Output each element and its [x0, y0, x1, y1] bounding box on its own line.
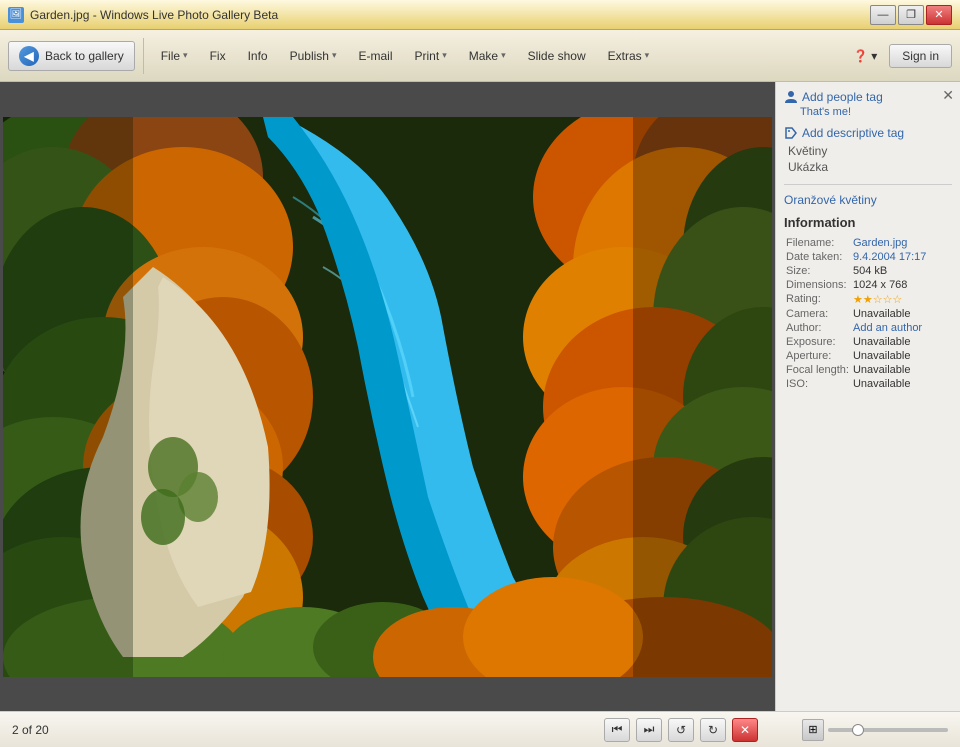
- info-button[interactable]: Info: [239, 44, 277, 68]
- publish-menu-arrow: ▾: [332, 50, 337, 61]
- table-row: Exposure: Unavailable: [784, 335, 952, 349]
- filename-value[interactable]: Garden.jpg: [851, 236, 952, 250]
- file-menu[interactable]: File ▾: [152, 44, 197, 68]
- file-menu-arrow: ▾: [183, 50, 188, 61]
- table-row: Date taken: 9.4.2004 17:17: [784, 250, 952, 264]
- first-photo-button[interactable]: ⏮: [604, 718, 630, 742]
- zoom-thumb[interactable]: [852, 724, 864, 736]
- zoom-fit-button[interactable]: ⊞: [802, 719, 824, 741]
- toolbar-separator: [143, 38, 144, 74]
- aperture-value: Unavailable: [851, 349, 952, 363]
- status-bar: 2 of 20 ⏮ ⏭ ↺ ↻ ✕ ⊞: [0, 711, 960, 747]
- title-bar: 🖼 Garden.jpg - Windows Live Photo Galler…: [0, 0, 960, 30]
- photo-area[interactable]: [0, 82, 775, 711]
- people-tag-section: Add people tag That's me! Add descriptiv…: [784, 90, 952, 174]
- size-value: 504 kB: [851, 264, 952, 278]
- help-arrow: ▾: [871, 49, 877, 63]
- table-row: Filename: Garden.jpg: [784, 236, 952, 250]
- person-icon: [784, 90, 798, 104]
- iso-value: Unavailable: [851, 377, 952, 391]
- photo-display: [3, 117, 772, 677]
- table-row: Author: Add an author: [784, 321, 952, 335]
- table-row: Aperture: Unavailable: [784, 349, 952, 363]
- table-row: ISO: Unavailable: [784, 377, 952, 391]
- author-value[interactable]: Add an author: [851, 321, 952, 335]
- info-section: Information Filename: Garden.jpg Date ta…: [784, 215, 952, 391]
- window-title: Garden.jpg - Windows Live Photo Gallery …: [30, 8, 864, 22]
- panel-close-button[interactable]: ✕: [942, 88, 954, 102]
- publish-menu[interactable]: Publish ▾: [281, 44, 346, 68]
- focal-value: Unavailable: [851, 363, 952, 377]
- info-table: Filename: Garden.jpg Date taken: 9.4.200…: [784, 236, 952, 391]
- help-button[interactable]: ❓ ▾: [845, 45, 885, 67]
- make-menu-arrow: ▾: [501, 50, 506, 61]
- minimize-button[interactable]: —: [870, 5, 896, 25]
- rotate-left-button[interactable]: ↺: [668, 718, 694, 742]
- table-row: Focal length: Unavailable: [784, 363, 952, 377]
- table-row: Camera: Unavailable: [784, 307, 952, 321]
- table-row: Rating: ★★☆☆☆: [784, 292, 952, 307]
- extras-menu-arrow: ▾: [645, 50, 650, 61]
- album-name[interactable]: Oranžové květiny: [784, 193, 952, 207]
- print-menu[interactable]: Print ▾: [406, 44, 456, 68]
- dimensions-value: 1024 x 768: [851, 278, 952, 292]
- table-row: Size: 504 kB: [784, 264, 952, 278]
- tag-item-2: Ukázka: [788, 160, 952, 174]
- thats-me-button[interactable]: That's me!: [800, 106, 952, 118]
- toolbar: ◀ Back to gallery File ▾ Fix Info Publis…: [0, 30, 960, 82]
- info-title: Information: [784, 215, 952, 230]
- back-icon: ◀: [19, 46, 39, 66]
- add-descriptive-tag-button[interactable]: Add descriptive tag: [784, 126, 952, 140]
- fix-button[interactable]: Fix: [201, 44, 235, 68]
- restore-button[interactable]: ❐: [898, 5, 924, 25]
- zoom-controls: ⊞: [802, 719, 948, 741]
- zoom-slider[interactable]: [828, 728, 948, 732]
- exposure-value: Unavailable: [851, 335, 952, 349]
- camera-value: Unavailable: [851, 307, 952, 321]
- rating-value[interactable]: ★★☆☆☆: [851, 292, 952, 307]
- tag-item-1: Květiny: [788, 144, 952, 158]
- photo-count: 2 of 20: [12, 723, 49, 737]
- table-row: Dimensions: 1024 x 768: [784, 278, 952, 292]
- print-menu-arrow: ▾: [442, 50, 447, 61]
- navigation-controls: ⏮ ⏭ ↺ ↻ ✕: [604, 718, 758, 742]
- email-button[interactable]: E-mail: [349, 44, 401, 68]
- back-to-gallery-button[interactable]: ◀ Back to gallery: [8, 41, 135, 71]
- next-photo-button[interactable]: ⏭: [636, 718, 662, 742]
- make-menu[interactable]: Make ▾: [460, 44, 515, 68]
- rotate-right-button[interactable]: ↻: [700, 718, 726, 742]
- right-panel: ✕ Add people tag That's me! Add descript…: [775, 82, 960, 711]
- main-area: ✕ Add people tag That's me! Add descript…: [0, 82, 960, 711]
- extras-menu[interactable]: Extras ▾: [599, 44, 659, 68]
- signin-button[interactable]: Sign in: [889, 44, 952, 68]
- window-controls: — ❐ ✕: [870, 5, 952, 25]
- add-people-tag-button[interactable]: Add people tag: [784, 90, 952, 104]
- close-button[interactable]: ✕: [926, 5, 952, 25]
- app-icon: 🖼: [8, 7, 24, 23]
- delete-button[interactable]: ✕: [732, 718, 758, 742]
- tag-icon: [784, 126, 798, 140]
- slideshow-button[interactable]: Slide show: [519, 44, 595, 68]
- date-value: 9.4.2004 17:17: [851, 250, 952, 264]
- panel-divider: [784, 184, 952, 185]
